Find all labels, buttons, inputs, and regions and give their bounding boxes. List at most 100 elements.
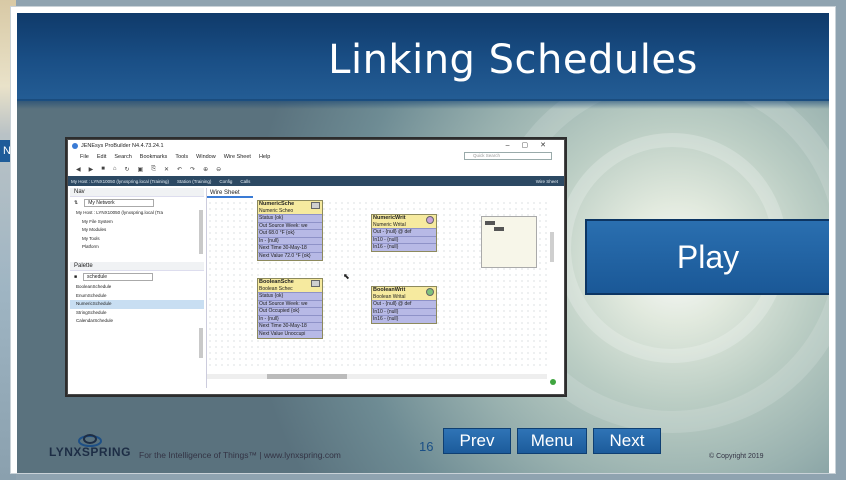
home-icon: ⌂ — [112, 166, 117, 172]
block-slot: Out Source Week: we — [258, 221, 322, 230]
minimap-block — [485, 221, 495, 225]
schedule-icon — [311, 202, 320, 209]
block-slot: Out - {null} @ def — [372, 228, 436, 236]
app-logo-icon — [72, 142, 78, 149]
menu-edit: Edit — [96, 154, 107, 160]
block-slot: Status {ok} — [258, 214, 322, 222]
save-icon: ▣ — [137, 166, 144, 173]
wire-sheet-vscrollbar — [550, 232, 554, 262]
refresh-icon: ↻ — [124, 166, 130, 173]
wire-sheet-minimap — [481, 216, 537, 268]
menu-tools: Tools — [175, 154, 189, 160]
palette-folder-icon: ■ — [74, 273, 78, 280]
zoom-in-icon: ⊕ — [203, 166, 209, 173]
palette-item: StringSchedule — [76, 309, 107, 315]
block-slot: In - {null} — [258, 314, 322, 323]
delete-icon: ✕ — [164, 166, 170, 173]
block-slot: Next Time 30-May-18 — [258, 322, 322, 330]
block-slot: Next Value Unoccupi — [258, 329, 322, 338]
redo-icon: ↷ — [190, 166, 196, 173]
folder-icon: ■ — [101, 166, 105, 172]
slide-background: Linking Schedules JENEsys ProBuilder N4.… — [17, 13, 829, 473]
nav-selector: My Network — [84, 199, 155, 207]
nav-pane-title: Nav — [70, 188, 204, 197]
palette-item: BooleanSchedule — [76, 283, 112, 289]
undo-icon: ↶ — [177, 166, 183, 173]
path-host: My Host : LYNX10050 (lynxspring.local (T… — [71, 178, 170, 184]
numeric-schedule-block: NumericSche Numeric Scheo Status {ok} Ou… — [257, 200, 323, 261]
block-slot: In10 - {null} — [372, 307, 436, 316]
block-name: BooleanSche — [259, 279, 294, 285]
nav-tree-item: My Modules — [82, 227, 107, 233]
nav-tree-item: My File System — [82, 218, 113, 224]
palette-item: CalendarSchedule — [76, 318, 114, 324]
nav-scrollbar — [199, 210, 203, 254]
boolean-writable-block: BooleanWrit Boolean Writal Out - {null} … — [371, 286, 437, 324]
block-slot: Out Occupied {ok} — [258, 307, 322, 315]
palette-scrollbar — [199, 328, 203, 358]
footer-copyright: © Copyright 2019 — [709, 453, 764, 460]
footer-tagline: For the Intelligence of Things™ | www.ly… — [139, 450, 341, 460]
app-toolbar: ◀ ▶ ■ ⌂ ↻ ▣ ⎘ ✕ ↶ ↷ ⊕ ⊖ — [68, 163, 564, 175]
block-slot: In16 - {null} — [372, 243, 436, 251]
block-slot: Status {ok} — [258, 292, 322, 300]
app-pathbar: My Host : LYNX10050 (lynxspring.local (T… — [68, 176, 564, 186]
block-slot: Out 68.0 °F {ok} — [258, 229, 322, 237]
quick-search-field: Quick Search — [464, 152, 552, 160]
presentation-slide: Linking Schedules JENEsys ProBuilder N4.… — [10, 6, 836, 474]
numeric-writable-block: NumericWrit Numeric Writal Out - {null} … — [371, 214, 437, 252]
forward-icon: ▶ — [88, 166, 94, 173]
palette-pane-title: Palette — [70, 261, 204, 271]
block-slot: Out Source Week: we — [258, 299, 322, 308]
zoom-out-icon: ⊖ — [216, 166, 222, 173]
nav-pane-toolbar: ⇅ My Network — [70, 197, 204, 209]
nav-tree-item: My Tools — [82, 235, 100, 241]
block-slot: Next Value 72.0 °F {ok} — [258, 251, 322, 260]
back-icon: ◀ — [76, 166, 81, 173]
side-bar: Nav ⇅ My Network My Host : LYNX10050 (ly… — [70, 188, 204, 388]
menu-help: Help — [258, 154, 271, 160]
app-window-title: JENEsys ProBuilder N4.4.73.24.1 — [81, 142, 164, 149]
wire-sheet-area: Wire Sheet NumericSche Numeric Scheo Sta… — [206, 188, 560, 388]
menu-wire-sheet: Wire Sheet — [223, 154, 251, 160]
page-number: 16 — [419, 439, 434, 454]
play-button[interactable]: Play — [585, 219, 829, 295]
prev-button[interactable]: Prev — [443, 428, 511, 454]
mouse-cursor-icon: ⬉ — [343, 272, 350, 281]
writable-icon — [426, 288, 434, 296]
schedule-icon — [311, 280, 320, 287]
slide-title: Linking Schedules — [328, 37, 698, 83]
copy-icon: ⎘ — [151, 165, 157, 172]
path-config: Config — [219, 178, 233, 184]
menu-button[interactable]: Menu — [517, 428, 587, 454]
palette-pane-toolbar: ■ schedule — [70, 271, 204, 283]
menu-bookmarks: Bookmarks — [139, 154, 168, 160]
nav-tree-item: Platform — [82, 244, 99, 250]
status-indicator-icon — [550, 379, 556, 385]
wire-sheet-grid: NumericSche Numeric Scheo Status {ok} Ou… — [207, 200, 547, 368]
menu-search: Search — [114, 154, 132, 160]
next-button[interactable]: Next — [593, 428, 661, 454]
path-calls: Calls — [240, 178, 251, 184]
path-view-label: Wire Sheet — [535, 178, 558, 184]
minimap-block — [494, 227, 504, 231]
probuilder-screenshot: JENEsys ProBuilder N4.4.73.24.1 –▢✕ File… — [67, 139, 565, 395]
block-slot: In16 - {null} — [372, 315, 436, 323]
palette-selector: schedule — [83, 272, 154, 281]
nav-tree-item: My Host : LYNX10050 (lynxspring.local (T… — [76, 210, 164, 215]
boolean-schedule-block: BooleanSche Boolean Schec Status {ok} Ou… — [257, 278, 323, 339]
path-station: Station (Training) — [177, 178, 212, 184]
block-slot: Next Time 30-May-18 — [258, 244, 322, 252]
menu-window: Window — [196, 154, 216, 160]
block-name: NumericSche — [259, 201, 295, 207]
block-slot: In10 - {null} — [372, 235, 436, 244]
block-slot: Out - {null} @ def — [372, 300, 436, 308]
palette-item-selected: NumericSchedule — [70, 300, 204, 309]
wire-sheet-hscrollbar — [207, 374, 547, 379]
nav-tool-icon: ⇅ — [74, 200, 79, 206]
block-name: BooleanWrit — [373, 287, 406, 293]
window-controls: –▢✕ — [505, 142, 558, 149]
writable-icon — [426, 216, 434, 224]
menu-file: File — [80, 154, 89, 160]
palette-item: EnumSchedule — [76, 292, 107, 298]
